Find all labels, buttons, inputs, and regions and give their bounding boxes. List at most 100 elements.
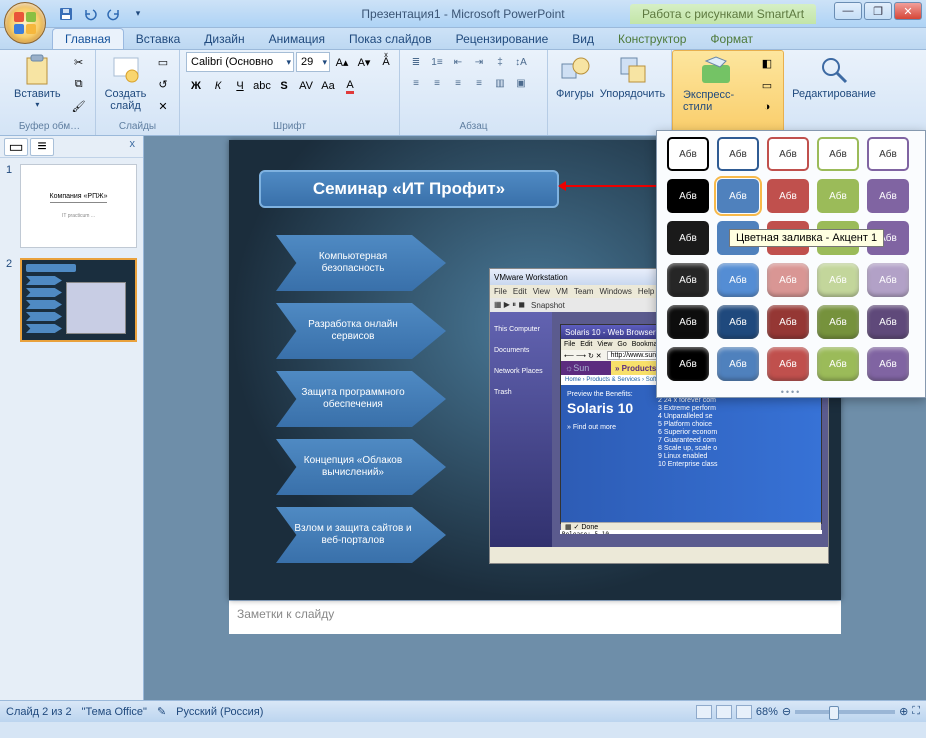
style-swatch[interactable]: Абв: [667, 179, 709, 213]
style-swatch[interactable]: Абв: [667, 305, 709, 339]
underline-icon[interactable]: Ч: [230, 76, 250, 96]
align-right-icon[interactable]: ≡: [448, 73, 468, 93]
tab-home[interactable]: Главная: [52, 28, 124, 49]
char-spacing-icon[interactable]: AV: [296, 76, 316, 96]
zoom-in-icon[interactable]: ⊕: [899, 705, 908, 718]
redo-icon[interactable]: [104, 4, 124, 24]
font-family-combo[interactable]: Calibri (Основно: [186, 52, 294, 72]
style-swatch[interactable]: Абв: [867, 137, 909, 171]
italic-icon[interactable]: К: [208, 76, 228, 96]
style-swatch[interactable]: Абв: [867, 347, 909, 381]
delete-slide-icon[interactable]: ✕: [153, 96, 173, 116]
arrow-5[interactable]: Взлом и защита сайтов и веб-порталов: [276, 507, 446, 563]
spellcheck-icon[interactable]: ✎: [157, 705, 166, 718]
bullets-icon[interactable]: ≣: [406, 52, 426, 72]
justify-icon[interactable]: ≡: [469, 73, 489, 93]
style-swatch[interactable]: Абв: [717, 179, 759, 213]
zoom-slider[interactable]: [795, 710, 895, 714]
dec-indent-icon[interactable]: ⇤: [448, 52, 468, 72]
shape-fill-icon[interactable]: ◧: [757, 53, 777, 73]
editing-button[interactable]: Редактирование: [790, 52, 878, 102]
save-icon[interactable]: [56, 4, 76, 24]
style-swatch[interactable]: Абв: [717, 305, 759, 339]
font-color-icon[interactable]: A: [340, 76, 360, 96]
fit-window-icon[interactable]: ⛶: [912, 705, 920, 718]
style-swatch[interactable]: Абв: [767, 305, 809, 339]
shape-effects-icon[interactable]: ◑: [757, 97, 777, 117]
arrow-1[interactable]: Компьютерная безопасность: [276, 235, 446, 291]
style-swatch[interactable]: Абв: [717, 347, 759, 381]
tab-design[interactable]: Дизайн: [192, 29, 256, 49]
layout-icon[interactable]: ▭: [153, 52, 173, 72]
arrow-3[interactable]: Защита программного обеспечения: [276, 371, 446, 427]
style-swatch[interactable]: Абв: [767, 347, 809, 381]
style-swatch[interactable]: Абв: [767, 179, 809, 213]
clear-format-icon[interactable]: Aͯ: [376, 52, 396, 72]
style-swatch[interactable]: Абв: [817, 137, 859, 171]
sorter-view-icon[interactable]: [716, 705, 732, 719]
grow-font-icon[interactable]: A▴: [332, 52, 352, 72]
thumbnail-1[interactable]: Компания «РПЖ» IT practicum ...: [20, 164, 137, 248]
shadow-icon[interactable]: S: [274, 76, 294, 96]
style-swatch[interactable]: Абв: [867, 179, 909, 213]
line-spacing-icon[interactable]: ‡: [490, 52, 510, 72]
undo-icon[interactable]: [80, 4, 100, 24]
panel-close-icon[interactable]: x: [126, 138, 140, 155]
style-swatch[interactable]: Абв: [817, 179, 859, 213]
align-center-icon[interactable]: ≡: [427, 73, 447, 93]
minimize-button[interactable]: —: [834, 2, 862, 20]
change-case-icon[interactable]: Aa: [318, 76, 338, 96]
font-size-combo[interactable]: 29: [296, 52, 330, 72]
zoom-out-icon[interactable]: ⊖: [782, 705, 791, 718]
style-swatch[interactable]: Абв: [667, 221, 709, 255]
style-swatch[interactable]: Абв: [867, 305, 909, 339]
style-swatch[interactable]: Абв: [767, 263, 809, 297]
thumbnail-2[interactable]: [20, 258, 137, 342]
inc-indent-icon[interactable]: ⇥: [469, 52, 489, 72]
shape-outline-icon[interactable]: ▭: [757, 75, 777, 95]
style-swatch[interactable]: Абв: [667, 137, 709, 171]
columns-icon[interactable]: ▥: [490, 73, 510, 93]
tab-format[interactable]: Формат: [698, 29, 765, 49]
numbering-icon[interactable]: 1≡: [427, 52, 447, 72]
normal-view-icon[interactable]: [696, 705, 712, 719]
arrow-2[interactable]: Разработка онлайн сервисов: [276, 303, 446, 359]
shrink-font-icon[interactable]: A▾: [354, 52, 374, 72]
smartart-arrows[interactable]: Компьютерная безопасность Разработка онл…: [276, 235, 446, 563]
new-slide-button[interactable]: Создать слайд: [102, 52, 149, 114]
style-swatch[interactable]: Абв: [817, 305, 859, 339]
bold-icon[interactable]: Ж: [186, 76, 206, 96]
strike-icon[interactable]: abc: [252, 76, 272, 96]
text-direction-icon[interactable]: ↕A: [511, 52, 531, 72]
gallery-resize-grip[interactable]: ••••: [661, 389, 921, 395]
format-painter-icon[interactable]: 🖌: [69, 96, 89, 116]
arrow-4[interactable]: Концепция «Облаков вычислений»: [276, 439, 446, 495]
style-swatch[interactable]: Абв: [717, 137, 759, 171]
quickstyles-gallery[interactable]: АбвАбвАбвАбвАбвАбвАбвАбвАбвАбвАбвАбвАбвА…: [656, 130, 926, 398]
copy-icon[interactable]: ⧉: [69, 74, 89, 94]
tab-animation[interactable]: Анимация: [257, 29, 337, 49]
style-swatch[interactable]: Абв: [667, 347, 709, 381]
slides-tab-icon[interactable]: ▭: [4, 138, 28, 156]
office-button[interactable]: [4, 2, 46, 44]
qat-customize-icon[interactable]: ▾: [128, 4, 148, 24]
tab-review[interactable]: Рецензирование: [444, 29, 561, 49]
style-swatch[interactable]: Абв: [717, 263, 759, 297]
style-swatch[interactable]: Абв: [667, 263, 709, 297]
slide-title-shape[interactable]: Семинар «ИТ Профит»: [259, 170, 559, 208]
quickstyles-button[interactable]: Экспресс-стили: [679, 53, 753, 115]
style-swatch[interactable]: Абв: [767, 137, 809, 171]
reset-icon[interactable]: ↺: [153, 74, 173, 94]
style-swatch[interactable]: Абв: [817, 263, 859, 297]
notes-pane[interactable]: Заметки к слайду: [229, 600, 841, 634]
arrange-button[interactable]: Упорядочить: [600, 52, 665, 102]
cut-icon[interactable]: ✂: [69, 52, 89, 72]
paste-button[interactable]: Вставить ▾: [10, 52, 65, 111]
tab-view[interactable]: Вид: [560, 29, 606, 49]
close-button[interactable]: ✕: [894, 2, 922, 20]
shapes-button[interactable]: Фигуры: [554, 52, 596, 102]
align-left-icon[interactable]: ≡: [406, 73, 426, 93]
tab-insert[interactable]: Вставка: [124, 29, 193, 49]
convert-smartart-icon[interactable]: ▣: [511, 73, 531, 93]
style-swatch[interactable]: Абв: [817, 347, 859, 381]
